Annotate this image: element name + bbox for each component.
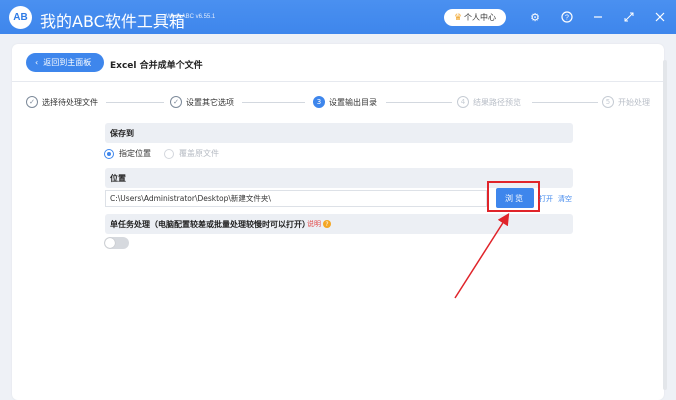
- annotation-arrow: [454, 212, 510, 299]
